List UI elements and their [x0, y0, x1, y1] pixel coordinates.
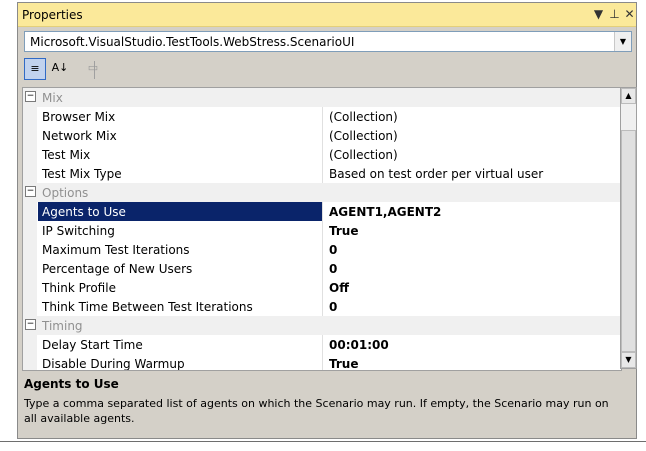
row-gutter — [23, 259, 37, 278]
row-gutter — [23, 221, 37, 240]
property-row[interactable]: Disable During Warmup True — [23, 354, 621, 371]
property-row[interactable]: Network Mix (Collection) — [23, 126, 621, 145]
column-divider — [322, 107, 323, 126]
property-name: IP Switching — [42, 224, 115, 238]
window-title: Properties — [22, 8, 83, 22]
row-gutter — [23, 164, 37, 183]
window-menu-dropdown-icon[interactable]: ▼ — [591, 7, 606, 22]
row-gutter — [23, 145, 37, 164]
row-gutter — [23, 202, 37, 221]
property-value[interactable]: 0 — [329, 262, 337, 276]
description-pane: Agents to Use Type a comma separated lis… — [18, 372, 636, 438]
chevron-down-icon[interactable]: ▼ — [614, 32, 631, 51]
row-gutter — [23, 354, 37, 370]
property-row[interactable]: Delay Start Time 00:01:00 — [23, 335, 621, 354]
row-gutter — [23, 107, 37, 126]
property-name: Delay Start Time — [42, 338, 143, 352]
property-value[interactable]: (Collection) — [329, 129, 398, 143]
row-gutter — [23, 240, 37, 259]
scroll-up-button[interactable]: ▲ — [621, 88, 636, 104]
collapse-icon[interactable]: − — [25, 186, 36, 197]
category-timing[interactable]: − Timing — [23, 316, 621, 335]
properties-toolbar: ≡ A↓ ▭ — [18, 55, 636, 85]
column-divider — [322, 221, 323, 240]
column-divider — [322, 126, 323, 145]
alphabetical-button[interactable]: A↓ — [49, 58, 71, 80]
category-label: Mix — [42, 91, 63, 105]
row-gutter — [23, 335, 37, 354]
category-mix[interactable]: − Mix — [23, 88, 621, 107]
column-divider — [322, 278, 323, 297]
property-value[interactable]: 00:01:00 — [329, 338, 389, 352]
row-gutter — [23, 278, 37, 297]
property-name: Test Mix Type — [42, 167, 122, 181]
property-row[interactable]: Think Profile Off — [23, 278, 621, 297]
property-value[interactable]: AGENT1,AGENT2 — [329, 205, 441, 219]
property-name: Disable During Warmup — [42, 357, 185, 371]
property-value[interactable]: True — [329, 357, 358, 370]
property-value[interactable]: (Collection) — [329, 110, 398, 124]
properties-window: Properties ▼ ⊥ ✕ Microsoft.VisualStudio.… — [17, 2, 637, 439]
property-row[interactable]: Percentage of New Users 0 — [23, 259, 621, 278]
scrollbar-thumb[interactable] — [621, 130, 636, 352]
property-pages-button[interactable]: ▭ — [82, 58, 104, 80]
property-value[interactable]: 0 — [329, 300, 337, 314]
property-name: Maximum Test Iterations — [42, 243, 190, 257]
column-divider — [322, 202, 323, 221]
property-name: Network Mix — [42, 129, 117, 143]
row-gutter — [23, 126, 37, 145]
description-text: Type a comma separated list of agents on… — [24, 397, 609, 425]
property-value[interactable]: (Collection) — [329, 148, 398, 162]
column-divider — [322, 354, 323, 370]
alphabetical-sort-icon: A↓ — [51, 61, 69, 74]
row-gutter — [23, 297, 37, 316]
title-bar: Properties ▼ ⊥ ✕ — [18, 3, 636, 27]
property-value[interactable]: Based on test order per virtual user — [329, 167, 543, 181]
collapse-icon[interactable]: − — [25, 91, 36, 102]
property-name: Think Profile — [42, 281, 116, 295]
pin-icon[interactable]: ⊥ — [607, 7, 622, 22]
column-divider — [322, 335, 323, 354]
property-name: Think Time Between Test Iterations — [42, 300, 253, 314]
categorized-icon: ≡ — [30, 62, 40, 75]
close-icon[interactable]: ✕ — [622, 7, 637, 22]
category-label: Timing — [42, 319, 83, 333]
collapse-icon[interactable]: − — [25, 319, 36, 330]
object-selector[interactable]: Microsoft.VisualStudio.TestTools.WebStre… — [24, 31, 632, 52]
category-label: Options — [42, 186, 89, 200]
property-row[interactable]: Think Time Between Test Iterations 0 — [23, 297, 621, 316]
property-grid: − Mix Browser Mix (Collection) Network M… — [22, 87, 622, 371]
arrow-down-icon: ▼ — [625, 355, 632, 364]
property-row[interactable]: Test Mix (Collection) — [23, 145, 621, 164]
property-value[interactable]: 0 — [329, 243, 337, 257]
property-pages-icon: ▭ — [87, 61, 99, 74]
property-row[interactable]: Browser Mix (Collection) — [23, 107, 621, 126]
object-selector-value: Microsoft.VisualStudio.TestTools.WebStre… — [30, 35, 355, 49]
column-divider — [322, 240, 323, 259]
column-divider — [322, 297, 323, 316]
property-value[interactable]: True — [329, 224, 358, 238]
categorized-button[interactable]: ≡ — [24, 58, 46, 80]
arrow-up-icon: ▲ — [625, 91, 632, 100]
property-row[interactable]: Maximum Test Iterations 0 — [23, 240, 621, 259]
column-divider — [322, 259, 323, 278]
property-name: Agents to Use — [42, 205, 126, 219]
background-divider — [0, 441, 646, 442]
description-title: Agents to Use — [24, 377, 119, 391]
property-row[interactable]: Test Mix Type Based on test order per vi… — [23, 164, 621, 183]
property-row-selected[interactable]: Agents to Use AGENT1,AGENT2 — [23, 202, 621, 221]
property-name: Percentage of New Users — [42, 262, 193, 276]
column-divider — [322, 164, 323, 183]
vertical-scrollbar[interactable]: ▲ ▼ — [620, 87, 637, 369]
column-divider — [322, 145, 323, 164]
property-value[interactable]: Off — [329, 281, 349, 295]
category-options[interactable]: − Options — [23, 183, 621, 202]
scroll-down-button[interactable]: ▼ — [621, 352, 636, 368]
property-name: Test Mix — [42, 148, 91, 162]
property-name: Browser Mix — [42, 110, 116, 124]
property-row[interactable]: IP Switching True — [23, 221, 621, 240]
